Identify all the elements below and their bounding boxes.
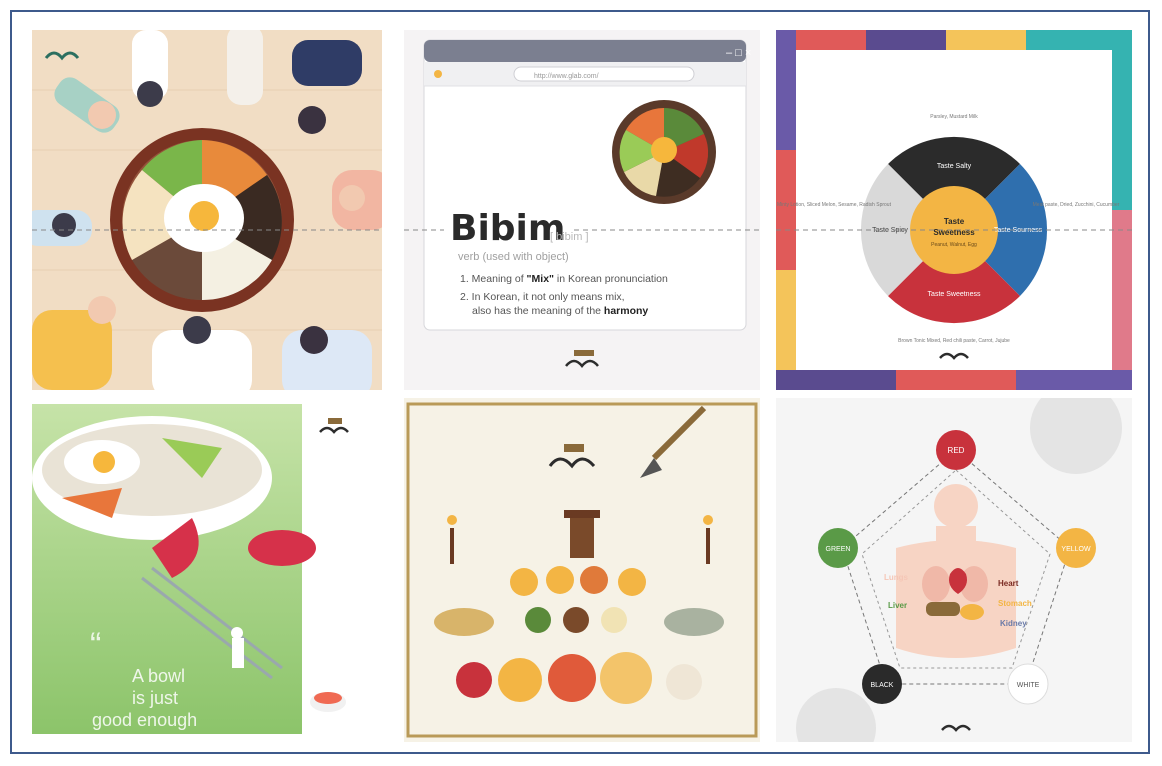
node-black: BLACK: [871, 682, 894, 689]
side-bottom-text: Brown Tonic Mixed, Red chili paste, Carr…: [898, 338, 1010, 344]
node-red: RED: [948, 446, 965, 455]
pronunciation: [ bibim ]: [550, 231, 589, 243]
side-right-text: Meat paste, Dried, Zucchini, Cucumber: [1033, 202, 1120, 208]
quote-mark: “: [90, 626, 101, 664]
organ-heart: Heart: [998, 579, 1019, 588]
organ-liver: Liver: [888, 601, 907, 610]
side-top-text: Parsley, Mustard Milk: [930, 114, 978, 120]
segment-salty: Taste Salty: [937, 163, 972, 170]
url-text: http://www.glab.com/: [534, 73, 599, 80]
collage-frame: – □ × http://www.glab.com/ Bibim [ bibim…: [10, 10, 1150, 754]
organ-kidney: Kidney: [1000, 619, 1027, 628]
headline-bibim: Bibim: [450, 208, 565, 249]
definition-item-1: 1. Meaning of "Mix" in Korean pronunciat…: [460, 273, 668, 285]
node-white: WHITE: [1017, 682, 1040, 689]
bibim-definition-panel: – □ × http://www.glab.com/ Bibim [ bibim…: [404, 30, 760, 390]
definition-item-2: 2. In Korean, it not only means mix,: [460, 291, 625, 303]
people-bowl-illustration: [32, 30, 382, 390]
node-yellow: YELLOW: [1061, 546, 1091, 553]
quote-line-2: is just: [132, 688, 178, 708]
five-colors-panel: Lungs Heart Liver Stomach Kidney RED YEL…: [776, 398, 1132, 742]
node-green: GREEN: [826, 546, 851, 553]
quote-line-1: A bowl: [132, 666, 185, 686]
definition-item-2-cont: also has the meaning of the harmony: [472, 305, 648, 317]
ancestral-table-panel: [404, 398, 760, 742]
side-left-text: Minty Lotion, Sliced Melon, Sesame, Radi…: [777, 202, 892, 208]
organ-stomach: Stomach: [998, 599, 1032, 608]
definition-type: verb (used with object): [458, 251, 569, 263]
center-sweetness-label: Sweetness: [933, 228, 975, 237]
brand-logo: [40, 40, 84, 70]
center-taste-label: Taste: [944, 217, 965, 226]
organ-lungs: Lungs: [884, 573, 909, 582]
quote-line-3: good enough: [92, 710, 197, 730]
segment-sweetness: Taste Sweetness: [928, 291, 981, 298]
taste-wheel-panel: Taste Sweetness Peanut, Walnut, Egg Tast…: [776, 30, 1132, 390]
svg-text:– □ ×: – □ ×: [726, 47, 751, 59]
brand-logo: [319, 418, 349, 434]
center-note: Peanut, Walnut, Egg: [931, 242, 977, 248]
bowl-quote-panel: “ A bowl is just good enough: [32, 398, 382, 742]
